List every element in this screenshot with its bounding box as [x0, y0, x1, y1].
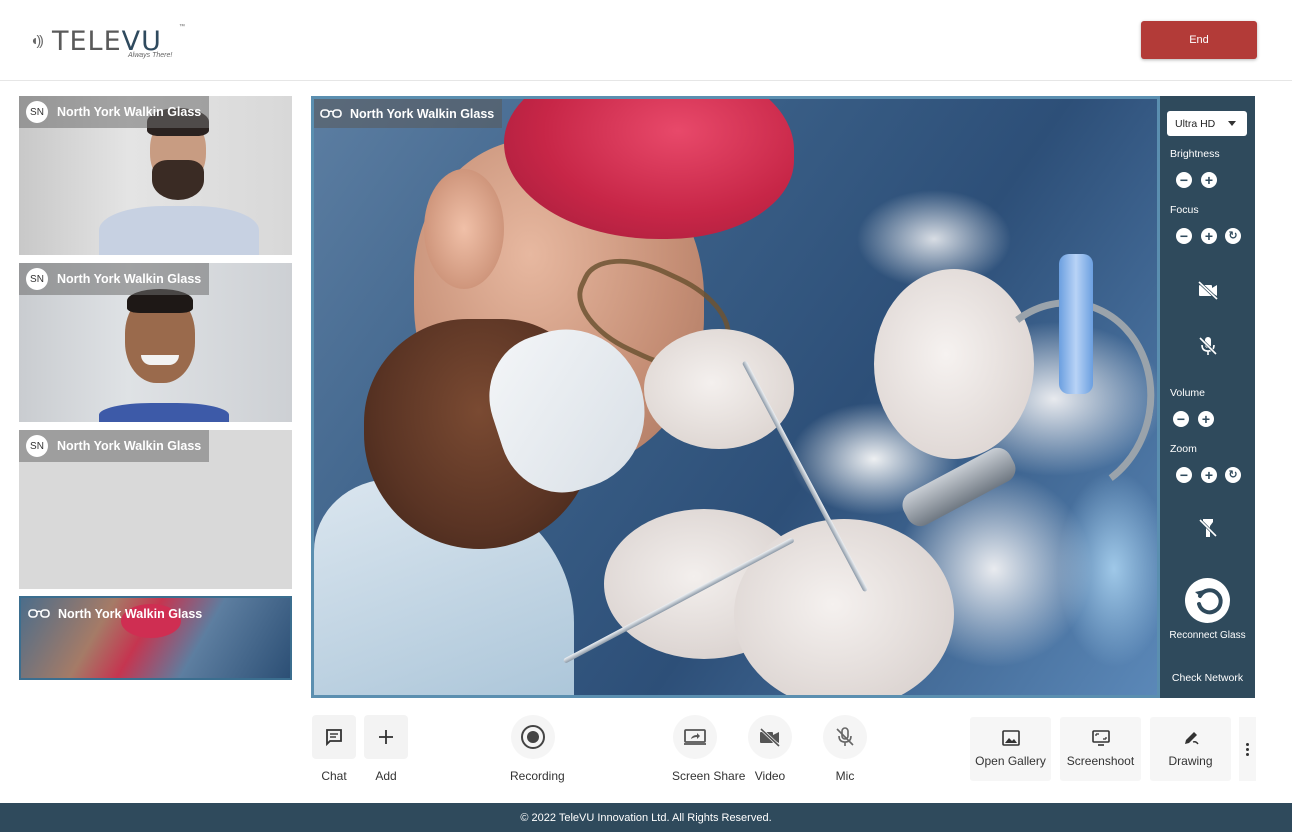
record-icon: [521, 725, 545, 749]
zoom-label: Zoom: [1170, 443, 1197, 455]
participant-tile[interactable]: SN North York Walkin Glass: [19, 263, 292, 422]
video-toggle-button[interactable]: Video: [747, 715, 793, 783]
participant-name: North York Walkin Glass: [58, 607, 203, 621]
surgery-video-frame: [314, 99, 1157, 695]
volume-increase-button[interactable]: +: [1198, 411, 1214, 427]
open-gallery-label: Open Gallery: [975, 754, 1046, 768]
chat-label: Chat: [321, 769, 347, 783]
screen-share-icon: [684, 729, 706, 745]
glasses-icon: [320, 108, 342, 118]
chat-icon: [326, 729, 342, 747]
plus-icon: [379, 730, 393, 744]
televu-logo: ◖)) TELEVU ™ Always There!: [30, 24, 200, 62]
mic-off-icon: [836, 727, 854, 746]
screenshoot-button[interactable]: Screenshoot: [1060, 717, 1141, 781]
zoom-reset-button[interactable]: ↻: [1225, 467, 1241, 483]
quality-selected-value: Ultra HD: [1175, 117, 1216, 130]
drawing-icon: [1184, 732, 1199, 745]
mic-label: Mic: [835, 769, 855, 783]
screen-share-button[interactable]: Screen Share: [672, 715, 746, 783]
drawing-button[interactable]: Drawing: [1150, 717, 1231, 781]
copyright-text: © 2022 TeleVU Innovation Ltd. All Rights…: [520, 811, 772, 824]
more-options-button[interactable]: [1239, 717, 1256, 781]
reconnect-icon: [1194, 587, 1223, 614]
volume-decrease-button[interactable]: −: [1173, 411, 1189, 427]
screen-share-label: Screen Share: [672, 769, 746, 783]
focus-label: Focus: [1170, 204, 1199, 216]
avatar: SN: [26, 435, 48, 457]
chat-button[interactable]: Chat: [311, 715, 357, 783]
participant-tile[interactable]: SN North York Walkin Glass: [19, 430, 292, 589]
brightness-decrease-button[interactable]: −: [1176, 172, 1192, 188]
focus-increase-button[interactable]: +: [1201, 228, 1217, 244]
recording-button[interactable]: Recording: [510, 715, 565, 783]
reconnect-glass-button[interactable]: [1185, 578, 1230, 623]
flashlight-off-icon[interactable]: [1196, 516, 1220, 540]
participant-name: North York Walkin Glass: [57, 272, 202, 286]
participant-name-bar: SN North York Walkin Glass: [19, 263, 210, 295]
video-label: Video: [754, 769, 786, 783]
main-video-name: North York Walkin Glass: [350, 106, 495, 121]
screenshot-icon: [1091, 730, 1110, 746]
main-video-label: North York Walkin Glass: [314, 99, 503, 128]
focus-decrease-button[interactable]: −: [1176, 228, 1192, 244]
focus-reset-button[interactable]: ↻: [1225, 228, 1241, 244]
check-network-link[interactable]: Check Network: [1160, 672, 1255, 684]
gallery-icon: [1001, 730, 1020, 746]
logo-tagline: Always There!: [128, 52, 173, 59]
recording-label: Recording: [510, 769, 565, 783]
app-header: ◖)) TELEVU ™ Always There! End: [0, 0, 1292, 81]
participant-name: North York Walkin Glass: [57, 439, 202, 453]
zoom-decrease-button[interactable]: −: [1176, 467, 1192, 483]
reconnect-glass-label: Reconnect Glass: [1169, 630, 1246, 641]
participant-name-bar: North York Walkin Glass: [21, 598, 210, 630]
end-call-button[interactable]: End: [1141, 21, 1257, 59]
participant-name-bar: SN North York Walkin Glass: [19, 96, 210, 128]
add-button[interactable]: Add: [363, 715, 409, 783]
logo-trademark: ™: [179, 24, 185, 30]
camera-control-panel: Ultra HD Brightness − + Focus − + ↻ Volu…: [1160, 96, 1255, 698]
participant-name-bar: SN North York Walkin Glass: [19, 430, 210, 462]
chevron-down-icon: [1228, 121, 1236, 126]
add-label: Add: [375, 769, 397, 783]
zoom-increase-button[interactable]: +: [1201, 467, 1217, 483]
participant-tile[interactable]: SN North York Walkin Glass: [19, 96, 292, 255]
video-off-icon[interactable]: [1196, 278, 1220, 302]
avatar: SN: [26, 101, 48, 123]
app-footer: © 2022 TeleVU Innovation Ltd. All Rights…: [0, 803, 1292, 832]
mic-toggle-button[interactable]: Mic: [822, 715, 868, 783]
more-vertical-icon: [1246, 742, 1249, 746]
drawing-label: Drawing: [1168, 754, 1213, 768]
brightness-label: Brightness: [1170, 148, 1220, 160]
volume-label: Volume: [1170, 387, 1206, 399]
screenshoot-label: Screenshoot: [1066, 754, 1135, 768]
signal-waves-icon: ◖)): [30, 32, 44, 48]
avatar: SN: [26, 268, 48, 290]
video-off-icon: [759, 727, 781, 747]
quality-select[interactable]: Ultra HD: [1167, 111, 1247, 136]
mic-off-icon[interactable]: [1196, 334, 1220, 358]
brightness-increase-button[interactable]: +: [1201, 172, 1217, 188]
participant-name: North York Walkin Glass: [57, 105, 202, 119]
main-video-feed[interactable]: North York Walkin Glass: [311, 96, 1160, 698]
participant-tile-active[interactable]: North York Walkin Glass: [19, 596, 292, 680]
open-gallery-button[interactable]: Open Gallery: [970, 717, 1051, 781]
glasses-icon: [28, 609, 50, 618]
